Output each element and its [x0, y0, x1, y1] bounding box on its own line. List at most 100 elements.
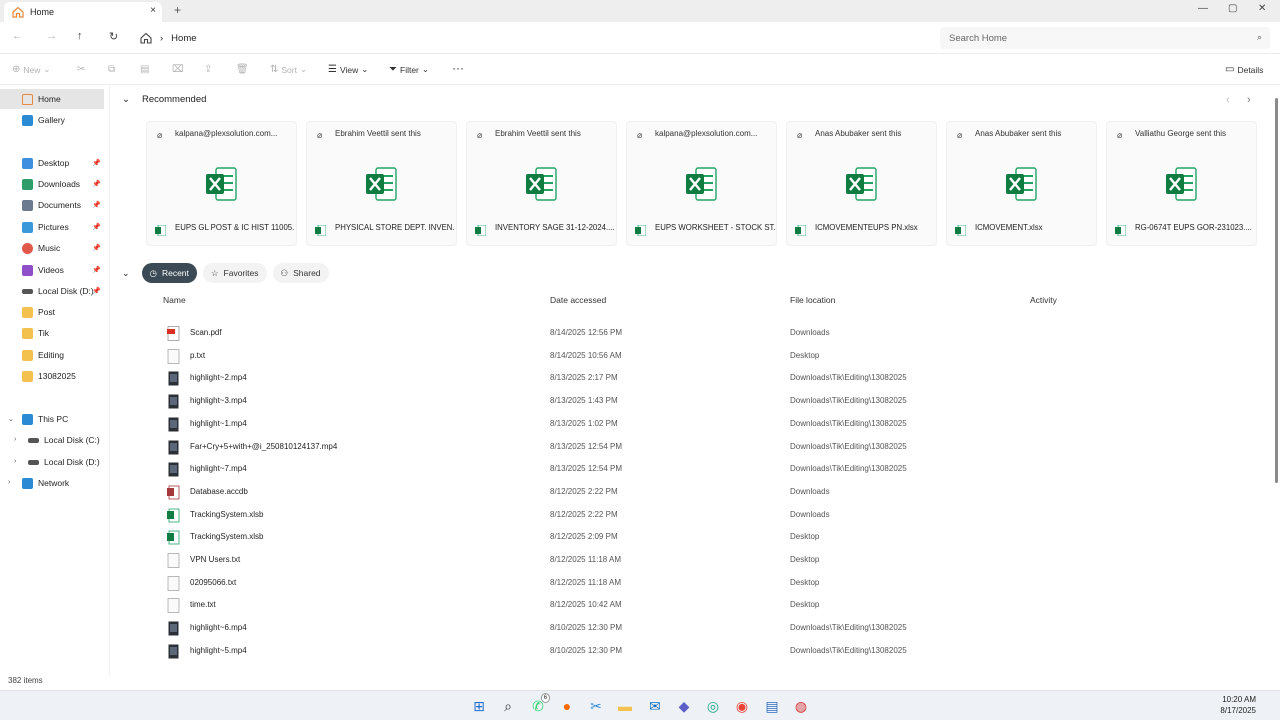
- table-row[interactable]: highlight~2.mp4 8/13/2025 2:17 PM Download…: [164, 367, 1264, 389]
- chevron-down-icon[interactable]: ⌄: [122, 268, 130, 279]
- file-name: p.txt: [190, 350, 206, 360]
- video-file-icon: [168, 644, 179, 659]
- table-row[interactable]: highlight~1.mp4 8/13/2025 1:02 PM Download…: [164, 413, 1264, 435]
- text-file-icon: [167, 575, 180, 591]
- sidebar-item-network[interactable]: Network: [0, 473, 104, 493]
- star-icon: ☆: [210, 267, 219, 278]
- sidebar-item-local-disk-d[interactable]: Local Disk (D:) 📌: [0, 281, 104, 301]
- start-icon[interactable]: ⊞: [469, 696, 489, 716]
- recommended-card[interactable]: ⌀ Anas Abubaker sent this ICMOVEMENT.xlsx: [946, 121, 1097, 246]
- up-button[interactable]: ↑: [77, 30, 83, 42]
- scroll-left-icon[interactable]: ‹: [1226, 94, 1230, 106]
- cut-button[interactable]: ✂: [77, 64, 85, 75]
- refresh-button[interactable]: ↻: [109, 30, 118, 43]
- notepad-icon[interactable]: ▤: [762, 696, 782, 716]
- filter-button[interactable]: ⏷ Filter ⌄: [389, 64, 429, 75]
- column-header-activity[interactable]: Activity: [1030, 295, 1057, 305]
- sidebar-item-local-disk-d2[interactable]: Local Disk (D:): [0, 452, 104, 472]
- sidebar-item-music[interactable]: Music 📌: [0, 238, 104, 258]
- recommended-card[interactable]: ⌀ Valliathu George sent this RG-0674T EUPS…: [1106, 121, 1257, 246]
- recommended-header[interactable]: ⌄ Recommended: [122, 94, 206, 105]
- new-tab-button[interactable]: +: [174, 3, 181, 17]
- table-row[interactable]: time.txt 8/12/2025 10:42 AM Desktop: [164, 594, 1264, 616]
- file-location: Downloads: [790, 328, 830, 337]
- table-row[interactable]: p.txt 8/14/2025 10:56 AM Desktop: [164, 345, 1264, 367]
- sidebar-item-local-disk-c[interactable]: Local Disk (C:): [0, 430, 104, 450]
- tab-recent[interactable]: ◷ Recent: [141, 263, 197, 283]
- breadcrumb-home[interactable]: Home: [171, 33, 196, 44]
- scrollbar[interactable]: [1275, 98, 1278, 483]
- table-row[interactable]: TrackingSystem.xlsb 8/12/2025 2:09 PM Desk…: [164, 526, 1264, 548]
- snipping-icon[interactable]: ✂: [586, 696, 606, 716]
- sidebar-item-post[interactable]: Post: [0, 302, 104, 322]
- maximize-button[interactable]: ▢: [1228, 3, 1237, 14]
- sidebar-item-pictures[interactable]: Pictures 📌: [0, 217, 104, 237]
- chrome-icon[interactable]: ◉: [732, 696, 752, 716]
- paste-button[interactable]: ▤: [140, 64, 149, 75]
- share-button[interactable]: ⇪: [204, 64, 212, 75]
- tab-home[interactable]: Home ×: [4, 2, 162, 22]
- breadcrumb[interactable]: › Home: [140, 29, 197, 47]
- sidebar-item-13082025[interactable]: 13082025: [0, 366, 104, 386]
- outlook-icon[interactable]: ✉: [645, 696, 665, 716]
- tab-favorites[interactable]: ☆ Favorites: [202, 263, 267, 283]
- sidebar-item-editing[interactable]: Editing: [0, 345, 104, 365]
- sidebar-item-videos[interactable]: Videos 📌: [0, 260, 104, 280]
- chevron-down-icon[interactable]: ⌄: [122, 94, 130, 105]
- close-tab-icon[interactable]: ×: [150, 5, 156, 16]
- card-filename: EUPS WORKSHEET - STOCK ST...: [655, 223, 775, 232]
- column-header-date[interactable]: Date accessed: [550, 295, 606, 305]
- file-location: Downloads\Tik\Editing\13082025: [790, 396, 907, 406]
- table-row[interactable]: highlight~3.mp4 8/13/2025 1:43 PM Download…: [164, 390, 1264, 412]
- details-button[interactable]: ▭ Details: [1225, 64, 1263, 75]
- recommended-card[interactable]: ⌀ Ebrahim Veettil sent this PHYSICAL STORE…: [306, 121, 457, 246]
- sidebar-item-tik[interactable]: Tik: [0, 323, 104, 343]
- sidebar-item-gallery[interactable]: Gallery: [0, 110, 104, 130]
- recommended-card[interactable]: ⌀ kalpana@plexsolution.com... EUPS WORKSHE…: [626, 121, 777, 246]
- sidebar-item-label: Gallery: [38, 115, 65, 125]
- minimize-button[interactable]: —: [1198, 3, 1208, 14]
- sidebar-item-desktop[interactable]: Desktop 📌: [0, 153, 104, 173]
- recommended-card[interactable]: ⌀ Anas Abubaker sent this ICMOVEMENTEUPS P…: [786, 121, 937, 246]
- table-row[interactable]: highlight~7.mp4 8/13/2025 12:54 PM Downloa…: [164, 458, 1264, 480]
- tab-shared[interactable]: ⚇ Shared: [272, 263, 329, 283]
- whatsapp-icon[interactable]: ✆ 6: [528, 693, 550, 716]
- table-row[interactable]: 02095066.txt 8/12/2025 11:18 AM Desktop: [164, 572, 1264, 594]
- table-row[interactable]: Scan.pdf 8/14/2025 12:56 PM Downloads: [164, 322, 1264, 344]
- new-button[interactable]: ⊕ New ⌄: [12, 64, 51, 75]
- column-header-name[interactable]: Name: [163, 295, 186, 305]
- column-header-location[interactable]: File location: [790, 295, 835, 305]
- drive-icon: [28, 459, 39, 465]
- system-clock[interactable]: 10:20 AM 8/17/2025: [1220, 694, 1256, 716]
- search-icon[interactable]: ⌕: [498, 696, 518, 716]
- more-options-button[interactable]: ···: [452, 61, 464, 75]
- teams-icon[interactable]: ◆: [674, 696, 694, 716]
- table-row[interactable]: Database.accdb 8/12/2025 2:22 PM Downloads: [164, 481, 1264, 503]
- close-window-button[interactable]: ✕: [1258, 3, 1266, 14]
- table-row[interactable]: highlight~6.mp4 8/10/2025 12:30 PM Downloa…: [164, 617, 1264, 639]
- sidebar-item-home[interactable]: Home: [0, 89, 104, 109]
- table-row[interactable]: highlight~5.mp4 8/10/2025 12:30 PM Downloa…: [164, 640, 1264, 662]
- search-input[interactable]: Search Home ⌕: [940, 27, 1270, 49]
- sort-button[interactable]: ⇅ Sort ⌄: [270, 64, 307, 75]
- scroll-right-icon[interactable]: ›: [1247, 94, 1251, 106]
- firefox-icon[interactable]: ●: [557, 696, 577, 716]
- app-icon[interactable]: ◍: [791, 696, 811, 716]
- table-row[interactable]: VPN Users.txt 8/12/2025 11:18 AM Desktop: [164, 549, 1264, 571]
- edge-icon[interactable]: ◎: [703, 696, 723, 716]
- file-explorer-icon[interactable]: ▬: [615, 696, 635, 716]
- view-button[interactable]: ☰ View ⌄: [328, 64, 368, 75]
- copy-button[interactable]: ⧉: [108, 64, 115, 75]
- recommended-card[interactable]: ⌀ Ebrahim Veettil sent this INVENTORY SAGE…: [466, 121, 617, 246]
- delete-button[interactable]: 🗑: [236, 64, 249, 75]
- table-row[interactable]: TrackingSystem.xlsb 8/12/2025 2:22 PM Down…: [164, 504, 1264, 526]
- recommended-card[interactable]: ⌀ kalpana@plexsolution.com... EUPS GL POST…: [146, 121, 297, 246]
- file-name: highlight~3.mp4: [190, 396, 247, 406]
- sidebar-item-this-pc[interactable]: This PC: [0, 409, 104, 429]
- forward-button[interactable]: →: [46, 30, 57, 42]
- sidebar-item-documents[interactable]: Documents 📌: [0, 195, 104, 215]
- rename-button[interactable]: ⌧: [172, 64, 184, 75]
- table-row[interactable]: Far+Cry+5+with+@i_250810124137.mp4 8/13/2…: [164, 436, 1264, 458]
- sidebar-item-downloads[interactable]: Downloads 📌: [0, 174, 104, 194]
- back-button[interactable]: ←: [12, 30, 23, 42]
